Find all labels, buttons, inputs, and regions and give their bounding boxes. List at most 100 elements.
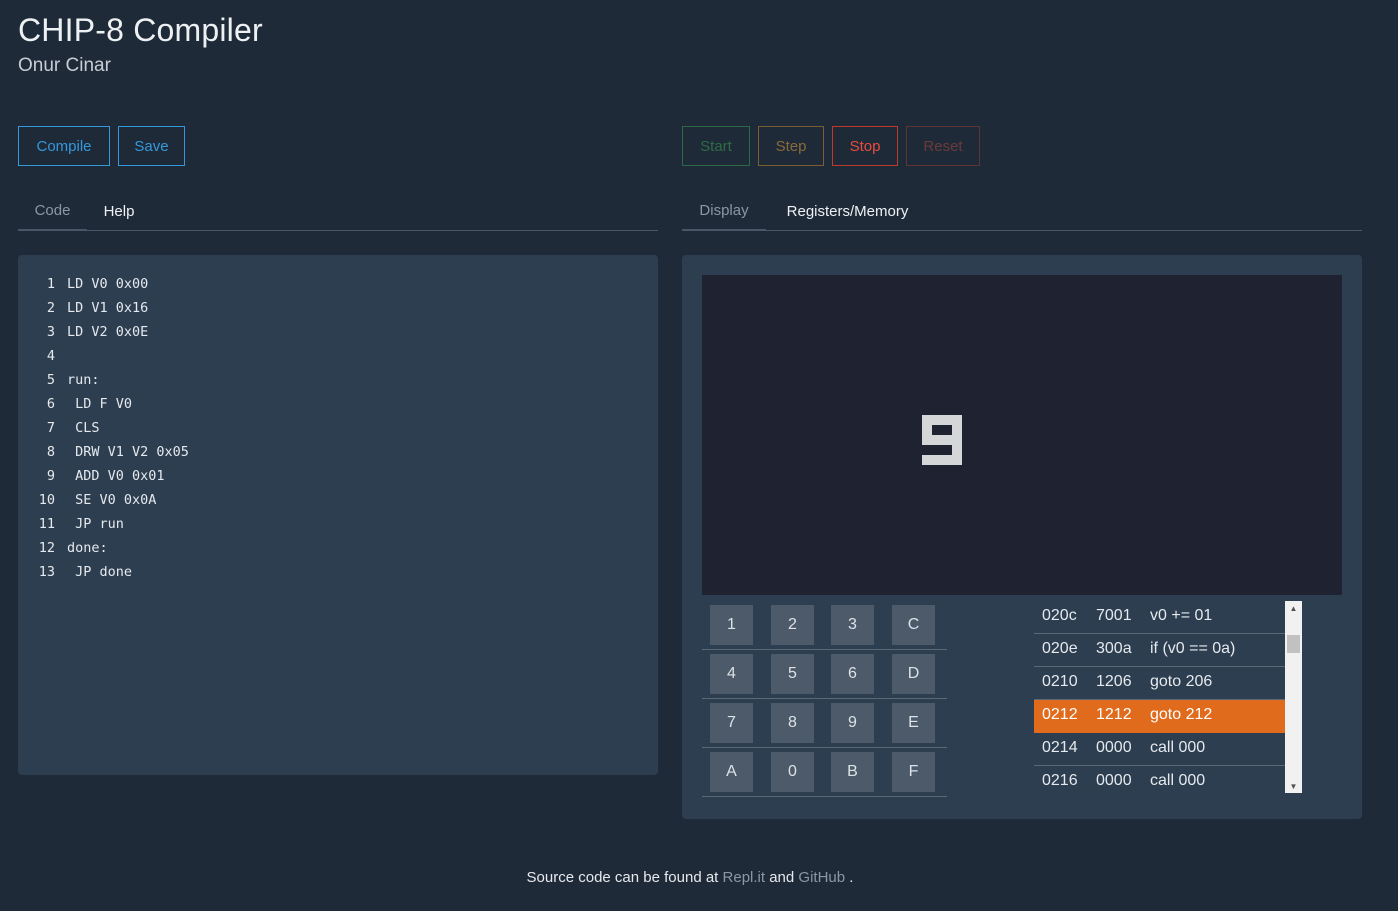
code-text: run: [67, 372, 100, 388]
stop-button[interactable]: Stop [832, 126, 898, 166]
code-line[interactable]: 12 done: [18, 540, 108, 564]
code-text: CLS [67, 420, 100, 436]
memory-row[interactable]: 020e 300a if (v0 == 0a) [1034, 634, 1285, 667]
code-text: done: [67, 540, 108, 556]
code-text: LD F V0 [67, 396, 133, 412]
keypad-key-6[interactable]: 6 [831, 654, 874, 694]
keypad-key-3[interactable]: 3 [831, 605, 874, 645]
line-number: 1 [46, 276, 55, 292]
line-number: 6 [46, 396, 55, 412]
memory-address: 0216 [1042, 772, 1078, 789]
tab-registers-memory[interactable]: Registers/Memory [766, 192, 929, 231]
keypad-key-a[interactable]: A [710, 752, 753, 792]
keypad-key-8[interactable]: 8 [771, 703, 814, 743]
line-number: 11 [38, 516, 55, 532]
code-line[interactable]: 5 run: [18, 372, 100, 396]
code-editor[interactable]: 1 LD V0 0x00 2 LD V1 0x16 3 LD V2 0x0E 4 5 run: 6… [18, 255, 658, 775]
memory-scrollbar[interactable]: ▲ ▼ [1285, 601, 1302, 793]
memory-description: call 000 [1150, 739, 1206, 756]
code-line[interactable]: 6 LD F V0 [18, 396, 132, 420]
code-line[interactable]: 13 JP done [18, 564, 132, 588]
keypad-key-4[interactable]: 4 [710, 654, 753, 694]
code-text: JP run [67, 516, 124, 532]
line-number: 3 [46, 324, 55, 340]
keypad-key-2[interactable]: 2 [771, 605, 814, 645]
display-pixel [952, 455, 962, 465]
memory-row[interactable]: 0216 0000 call 000 [1034, 766, 1285, 793]
code-line[interactable]: 1 LD V0 0x00 [18, 276, 148, 300]
keypad-key-7[interactable]: 7 [710, 703, 753, 743]
code-line[interactable]: 11 JP run [18, 516, 124, 540]
memory-row[interactable]: 0210 1206 goto 206 [1034, 667, 1285, 700]
keypad-key-5[interactable]: 5 [771, 654, 814, 694]
memory-description: if (v0 == 0a) [1150, 640, 1236, 657]
start-button[interactable]: Start [682, 126, 750, 166]
memory-description: goto 212 [1150, 706, 1213, 723]
line-number: 13 [38, 564, 55, 580]
memory-opcode: 0000 [1096, 739, 1132, 756]
memory-row[interactable]: 020c 7001 v0 += 01 [1034, 601, 1285, 634]
line-number: 10 [38, 492, 55, 508]
memory-description: goto 206 [1150, 673, 1213, 690]
code-line[interactable]: 2 LD V1 0x16 [18, 300, 148, 324]
keypad-key-0[interactable]: 0 [771, 752, 814, 792]
memory-row[interactable]: 0214 0000 call 000 [1034, 733, 1285, 766]
display-pixel [922, 455, 932, 465]
keypad-key-9[interactable]: 9 [831, 703, 874, 743]
tab-code[interactable]: Code [18, 192, 87, 231]
scroll-up-arrow-icon[interactable]: ▲ [1285, 601, 1302, 615]
code-text: LD V0 0x00 [67, 276, 149, 292]
display-pixel [942, 435, 952, 445]
step-button[interactable]: Step [758, 126, 824, 166]
keypad-key-f[interactable]: F [892, 752, 935, 792]
display-pixel [922, 425, 932, 435]
code-line[interactable]: 8 DRW V1 V2 0x05 [18, 444, 189, 468]
replit-link[interactable]: Repl.it [723, 869, 766, 886]
footer: Source code can be found at Repl.it and … [0, 869, 1380, 886]
keypad-key-d[interactable]: D [892, 654, 935, 694]
keypad-key-1[interactable]: 1 [710, 605, 753, 645]
code-text: SE V0 0x0A [67, 492, 157, 508]
display-pixel [922, 435, 932, 445]
tab-display[interactable]: Display [682, 192, 766, 231]
keypad-key-b[interactable]: B [831, 752, 874, 792]
memory-opcode: 1212 [1096, 706, 1132, 723]
code-line[interactable]: 10 SE V0 0x0A [18, 492, 157, 516]
display-pixel [932, 455, 942, 465]
keypad-key-c[interactable]: C [892, 605, 935, 645]
keypad-row: 789E [702, 699, 947, 748]
tab-help[interactable]: Help [87, 192, 151, 231]
display-pixel [952, 415, 962, 425]
github-link[interactable]: GitHub [798, 869, 845, 886]
scroll-thumb[interactable] [1287, 635, 1300, 653]
display-pixel [932, 435, 942, 445]
memory-opcode: 0000 [1096, 772, 1132, 789]
code-text: ADD V0 0x01 [67, 468, 165, 484]
code-line[interactable]: 9 ADD V0 0x01 [18, 468, 165, 492]
scroll-down-arrow-icon[interactable]: ▼ [1285, 779, 1302, 793]
line-number: 2 [46, 300, 55, 316]
line-number: 9 [46, 468, 55, 484]
editor-tabs: Code Help [18, 192, 658, 231]
display-pixel [942, 455, 952, 465]
display-pixel [922, 415, 932, 425]
display-pixel [952, 425, 962, 435]
code-line[interactable]: 3 LD V2 0x0E [18, 324, 148, 348]
code-line[interactable]: 7 CLS [18, 420, 100, 444]
code-line[interactable]: 4 [18, 348, 67, 372]
memory-view[interactable]: 0216 0000 call 000 0214 0000 call 000 0212 1212… [1034, 601, 1302, 793]
compile-button[interactable]: Compile [18, 126, 110, 166]
memory-opcode: 7001 [1096, 607, 1132, 624]
keypad-key-e[interactable]: E [892, 703, 935, 743]
reset-button[interactable]: Reset [906, 126, 980, 166]
memory-opcode: 1206 [1096, 673, 1132, 690]
memory-description: call 000 [1150, 772, 1206, 789]
memory-row-current[interactable]: 0212 1212 goto 212 [1034, 700, 1285, 733]
code-text: DRW V1 V2 0x05 [67, 444, 189, 460]
keypad-row: 123C [702, 601, 947, 650]
display-pixel [952, 435, 962, 445]
save-button[interactable]: Save [118, 126, 185, 166]
line-number: 12 [38, 540, 55, 556]
code-text: LD V2 0x0E [67, 324, 149, 340]
memory-address: 020c [1042, 607, 1077, 624]
